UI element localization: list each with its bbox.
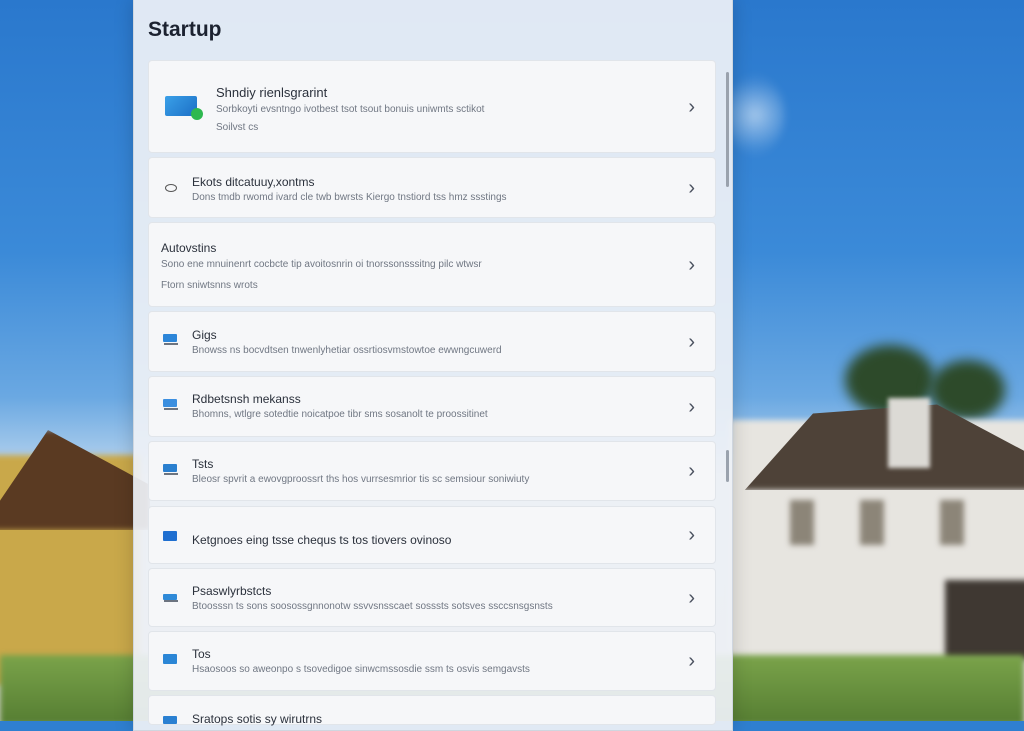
chevron-right-icon: › [688, 460, 695, 482]
folder-icon [163, 529, 179, 543]
card-description: Bnowss ns bocvdtsen tnwenlyhetiar ossrti… [192, 345, 502, 356]
chevron-right-icon: › [688, 330, 695, 353]
startup-item-card[interactable]: Ketgnoes eing tsse chequs ts tos tiovers… [148, 506, 716, 564]
eye-icon [165, 184, 177, 192]
card-description: Sorbkoyti evsntngo ivotbest tsot tsout b… [216, 104, 485, 115]
card-title: Gigs [192, 328, 217, 342]
wallpaper-sun [725, 75, 785, 155]
card-description-secondary: Ftorn sniwtsnns wrots [161, 280, 258, 291]
wallpaper-window [860, 500, 884, 545]
gallery-icon [163, 462, 179, 476]
wallpaper-window [790, 500, 814, 545]
startup-item-card[interactable]: Shndiy rienlsgrarint Sorbkoyti evsntngo … [148, 60, 716, 153]
wallpaper-window [940, 500, 964, 545]
startup-item-card[interactable]: Ekots ditcatuuy,xontms Dons tmdb rwomd i… [148, 157, 716, 218]
page-title: Startup [148, 18, 222, 41]
startup-settings-panel: Startup Shndiy rienlsgrarint Sorbkoyti e… [133, 0, 733, 731]
scrollbar-thumb-lower[interactable] [726, 450, 729, 482]
startup-item-card[interactable]: Tsts Bleosr spvrit a ewovgproossrt ths h… [148, 441, 716, 501]
chevron-right-icon: › [688, 524, 695, 546]
card-title: Ekots ditcatuuy,xontms [192, 175, 315, 189]
startup-item-card[interactable]: Gigs Bnowss ns bocvdtsen tnwenlyhetiar o… [148, 311, 716, 372]
card-description: Sono ene mnuinenrt cocbcte tip avoitosnr… [161, 259, 482, 270]
chevron-right-icon: › [688, 586, 695, 609]
card-title: Shndiy rienlsgrarint [216, 85, 328, 100]
startup-item-card[interactable]: Psaswlyrbstcts Btoosssn ts sons soosossg… [148, 568, 716, 627]
chevron-right-icon: › [688, 95, 695, 118]
bag-icon [163, 652, 179, 666]
monitor-app-icon [165, 96, 203, 120]
startup-item-card[interactable]: Autovstins Sono ene mnuinenrt cocbcte ti… [148, 222, 716, 307]
wallpaper-chimney [888, 398, 930, 468]
card-description: Bleosr spvrit a ewovgproossrt ths hos vu… [192, 474, 530, 485]
card-description: Btoosssn ts sons soosossgnnonotw ssvvsns… [192, 601, 553, 612]
startup-item-card[interactable]: Rdbetsnsh mekanss Bhomns, wtlgre sotedti… [148, 376, 716, 437]
card-description: Bhomns, wtlgre sotedtie noicatpoe tibr s… [192, 409, 488, 420]
chevron-right-icon: › [688, 650, 695, 672]
card-title: Autovstins [161, 241, 217, 255]
card-icon [163, 590, 179, 604]
card-title: Sratops sotis sy wirutrns [192, 712, 323, 726]
startup-item-card[interactable]: Tos Hsaosoos so aweonpo s tsovedigoe sin… [148, 631, 716, 691]
display-icon [163, 332, 179, 346]
card-description: Hsaosoos so aweonpo s tsovedigoe sinwcms… [192, 664, 530, 675]
chevron-right-icon: › [688, 395, 695, 418]
card-title: Tos [192, 647, 211, 661]
app-icon [163, 714, 179, 728]
card-description: Dons tmdb rwomd ivard cle twb bwrsts Kie… [192, 192, 507, 203]
card-title: Ketgnoes eing tsse chequs ts tos tiovers… [192, 533, 452, 547]
card-title: Psaswlyrbstcts [192, 584, 272, 598]
scrollbar-thumb[interactable] [726, 72, 729, 187]
card-title: Tsts [192, 457, 214, 471]
chevron-right-icon: › [688, 253, 695, 276]
chart-icon [163, 397, 179, 411]
chevron-right-icon: › [688, 176, 695, 199]
wallpaper-deck [945, 580, 1024, 660]
card-title: Rdbetsnsh mekanss [192, 392, 301, 406]
card-description-secondary: Soilvst cs [216, 122, 259, 133]
